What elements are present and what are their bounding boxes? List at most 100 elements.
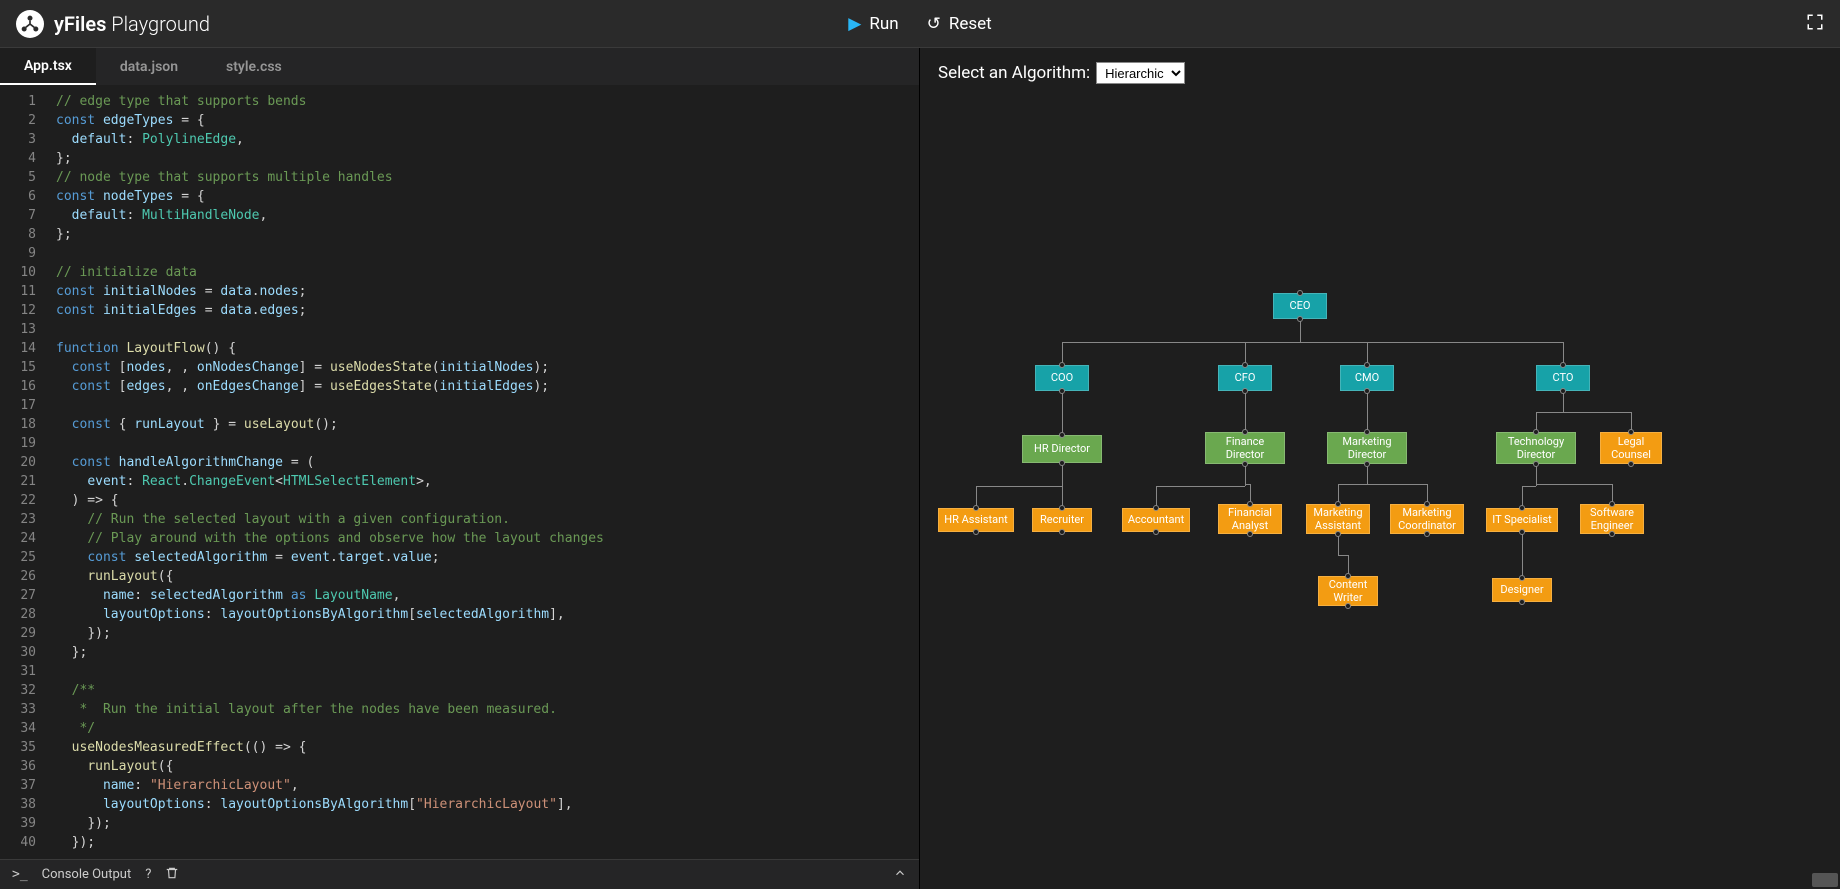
node-port-bottom[interactable] <box>1364 388 1370 394</box>
graph-edge-segment <box>1338 534 1339 555</box>
node-port-top[interactable] <box>1364 362 1370 368</box>
node-port-bottom[interactable] <box>1335 531 1341 537</box>
node-port-bottom[interactable] <box>1424 531 1430 537</box>
node-port-top[interactable] <box>1519 505 1525 511</box>
file-tab[interactable]: data.json <box>96 48 202 85</box>
algorithm-select[interactable]: Hierarchic <box>1096 62 1185 84</box>
graph-edge-segment <box>1156 486 1245 487</box>
node-port-bottom[interactable] <box>1059 529 1065 535</box>
help-icon[interactable]: ? <box>145 867 151 882</box>
graph-edge-segment <box>1367 484 1427 485</box>
node-port-top[interactable] <box>1059 432 1065 438</box>
graph-node[interactable]: Finance Director <box>1205 432 1285 464</box>
node-port-top[interactable] <box>1247 501 1253 507</box>
graph-edge-segment <box>1522 532 1523 555</box>
node-port-bottom[interactable] <box>1242 461 1248 467</box>
run-button[interactable]: ▶ Run <box>848 14 898 34</box>
node-port-bottom[interactable] <box>1533 461 1539 467</box>
graph-node[interactable]: Legal Counsel <box>1600 432 1662 464</box>
graph-node[interactable]: Software Engineer <box>1580 504 1644 534</box>
node-port-bottom[interactable] <box>973 529 979 535</box>
preview-pane: Select an Algorithm: Hierarchic CEOCOOCF… <box>920 48 1840 889</box>
node-port-bottom[interactable] <box>1560 388 1566 394</box>
node-port-top[interactable] <box>1628 429 1634 435</box>
console-label: Console Output <box>42 867 132 882</box>
node-port-bottom[interactable] <box>1059 460 1065 466</box>
graph-edge-segment <box>1536 484 1612 485</box>
code-area[interactable]: // edge type that supports bendsconst ed… <box>48 86 919 859</box>
node-port-top[interactable] <box>1519 575 1525 581</box>
line-gutter: 1234567891011121314151617181920212223242… <box>0 86 48 859</box>
editor-pane: App.tsxdata.jsonstyle.css 12345678910111… <box>0 48 920 889</box>
node-port-bottom[interactable] <box>1519 529 1525 535</box>
node-port-bottom[interactable] <box>1609 531 1615 537</box>
algorithm-label: Select an Algorithm: <box>938 63 1090 83</box>
node-port-top[interactable] <box>1424 501 1430 507</box>
main-split: App.tsxdata.jsonstyle.css 12345678910111… <box>0 48 1840 889</box>
console-prompt-icon: >_ <box>12 867 28 882</box>
node-port-top[interactable] <box>1345 573 1351 579</box>
graph-edge-segment <box>1536 412 1563 413</box>
node-port-top[interactable] <box>1242 362 1248 368</box>
node-port-top[interactable] <box>973 505 979 511</box>
node-port-bottom[interactable] <box>1247 531 1253 537</box>
horizontal-scrollbar-thumb[interactable] <box>1812 873 1838 887</box>
fullscreen-icon[interactable] <box>1806 16 1824 35</box>
file-tabs: App.tsxdata.jsonstyle.css <box>0 48 919 86</box>
node-port-bottom[interactable] <box>1297 316 1303 322</box>
graph-edge-segment <box>1245 342 1300 343</box>
graph-node[interactable]: Marketing Assistant <box>1306 504 1370 534</box>
node-port-top[interactable] <box>1364 429 1370 435</box>
graph-edge-segment <box>1338 555 1348 556</box>
header-right <box>1806 13 1824 35</box>
graph-edge-segment <box>1300 342 1563 343</box>
play-icon: ▶ <box>848 14 861 34</box>
node-port-top[interactable] <box>1533 429 1539 435</box>
node-port-bottom[interactable] <box>1059 388 1065 394</box>
code-editor[interactable]: 1234567891011121314151617181920212223242… <box>0 86 919 859</box>
graph-edge-segment <box>1367 464 1368 484</box>
graph-node[interactable]: Content Writer <box>1318 576 1378 606</box>
graph-edge-segment <box>1245 464 1246 484</box>
node-port-top[interactable] <box>1297 290 1303 296</box>
yfiles-logo-icon <box>16 10 44 38</box>
node-port-bottom[interactable] <box>1364 461 1370 467</box>
graph-edge-segment <box>1245 391 1246 412</box>
graph-edge-segment <box>1062 391 1063 413</box>
graph-edge-segment <box>1300 319 1301 342</box>
graph-node[interactable]: Financial Analyst <box>1218 504 1282 534</box>
graph-edge-segment <box>1062 463 1063 486</box>
file-tab[interactable]: App.tsx <box>0 48 96 85</box>
node-port-top[interactable] <box>1335 501 1341 507</box>
node-port-bottom[interactable] <box>1628 461 1634 467</box>
trash-icon[interactable] <box>165 866 179 884</box>
graph-edge-segment <box>1536 464 1537 484</box>
node-port-top[interactable] <box>1242 429 1248 435</box>
graph-edge-segment <box>1338 484 1367 485</box>
node-port-bottom[interactable] <box>1345 603 1351 609</box>
reset-button[interactable]: ↺ Reset <box>927 14 992 34</box>
graph-node[interactable]: Marketing Coordinator <box>1390 504 1464 534</box>
graph-edge-segment <box>1522 486 1536 487</box>
node-port-top[interactable] <box>1059 505 1065 511</box>
graph-node[interactable]: Technology Director <box>1496 432 1576 464</box>
algorithm-bar: Select an Algorithm: Hierarchic <box>920 48 1840 98</box>
graph-node[interactable]: Marketing Director <box>1327 432 1407 464</box>
header-actions: ▶ Run ↺ Reset <box>848 14 991 34</box>
node-port-top[interactable] <box>1609 501 1615 507</box>
graph-edge-segment <box>976 486 1062 487</box>
graph-canvas[interactable]: CEOCOOCFOCMOCTOHR DirectorFinance Direct… <box>920 98 1840 889</box>
node-port-top[interactable] <box>1560 362 1566 368</box>
node-port-bottom[interactable] <box>1242 388 1248 394</box>
file-tab[interactable]: style.css <box>202 48 306 85</box>
node-port-top[interactable] <box>1059 362 1065 368</box>
console-bar[interactable]: >_ Console Output ? <box>0 859 919 889</box>
graph-node[interactable]: HR Director <box>1022 435 1102 463</box>
graph-edge-segment <box>1367 391 1368 412</box>
node-port-bottom[interactable] <box>1153 529 1159 535</box>
node-port-top[interactable] <box>1153 505 1159 511</box>
graph-edge-segment <box>1563 412 1631 413</box>
brand: yFiles Playground <box>16 10 210 38</box>
chevron-up-icon[interactable] <box>893 866 907 884</box>
node-port-bottom[interactable] <box>1519 599 1525 605</box>
